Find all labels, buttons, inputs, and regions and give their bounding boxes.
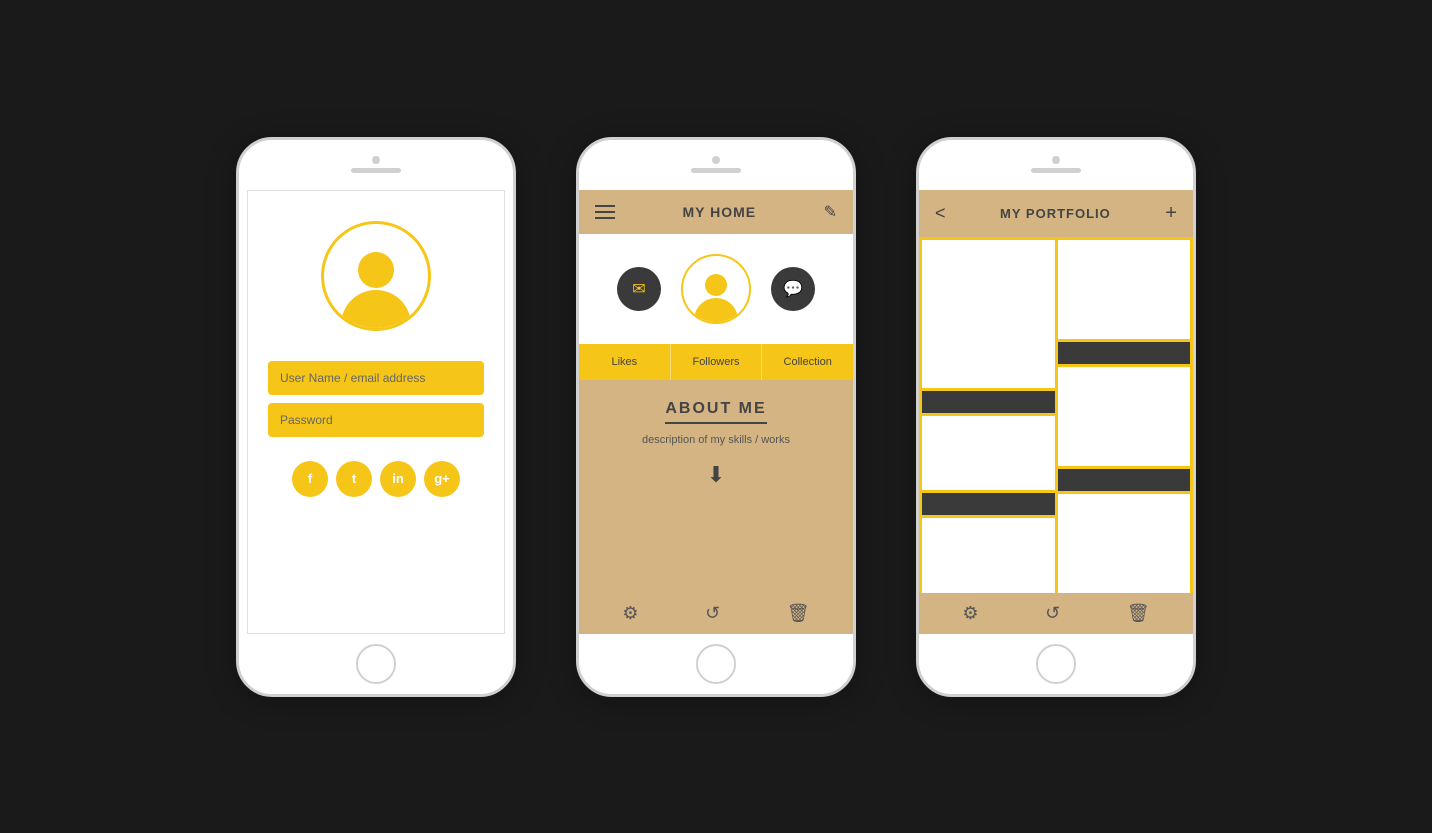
home-button-2[interactable] (696, 644, 736, 684)
back-icon[interactable]: < (935, 203, 946, 224)
portfolio-refresh-icon[interactable]: ↺ (1045, 603, 1060, 624)
profile-person (694, 274, 738, 322)
phone-login: f t in g+ (236, 137, 516, 697)
home-title: MY HOME (682, 204, 756, 220)
profile-section: ✉ 💬 (579, 234, 853, 344)
password-input[interactable] (268, 403, 484, 437)
phone-camera-3 (1052, 156, 1060, 164)
add-icon[interactable]: + (1165, 202, 1177, 225)
envelope-icon: ✉ (632, 279, 645, 299)
about-description: description of my skills / works (642, 434, 790, 446)
login-screen: f t in g+ (247, 190, 505, 634)
portfolio-dark-bar-right-1 (1058, 342, 1191, 364)
phone-speaker-3 (1031, 168, 1081, 173)
edit-icon[interactable]: ✎ (824, 202, 837, 222)
phone-speaker-1 (351, 168, 401, 173)
home-screen: MY HOME ✎ ✉ 💬 Likes Follo (579, 190, 853, 634)
phone-home: MY HOME ✎ ✉ 💬 Likes Follo (576, 137, 856, 697)
portfolio-title: MY PORTFOLIO (1000, 206, 1111, 221)
chat-button[interactable]: 💬 (771, 267, 815, 311)
phone-camera-2 (712, 156, 720, 164)
phone-bottom-2 (579, 634, 853, 694)
home-button-3[interactable] (1036, 644, 1076, 684)
portfolio-bottom-bar: ⚙ ↺ 🗑 (919, 593, 1193, 634)
tab-collection[interactable]: Collection (762, 344, 853, 380)
settings-icon[interactable]: ⚙ (622, 603, 638, 624)
tabs-bar: Likes Followers Collection (579, 344, 853, 380)
about-title: ABOUT ME (665, 400, 766, 424)
hamburger-line-1 (595, 205, 615, 207)
social-icons-row: f t in g+ (292, 461, 460, 497)
phone-speaker-2 (691, 168, 741, 173)
portfolio-settings-icon[interactable]: ⚙ (962, 603, 978, 624)
refresh-icon[interactable]: ↺ (705, 603, 720, 624)
phone-bottom-3 (919, 634, 1193, 694)
hamburger-line-2 (595, 211, 615, 213)
portfolio-cell-left-mid (922, 416, 1055, 490)
phone-portfolio: < MY PORTFOLIO + (916, 137, 1196, 697)
twitter-button[interactable]: t (336, 461, 372, 497)
portfolio-screen: < MY PORTFOLIO + (919, 190, 1193, 634)
down-arrow-icon: ⬇ (707, 462, 725, 488)
profile-avatar (681, 254, 751, 324)
app-header: MY HOME ✎ (579, 190, 853, 234)
phone-top-2 (579, 140, 853, 190)
portfolio-header: < MY PORTFOLIO + (919, 190, 1193, 237)
phone-bottom-1 (239, 634, 513, 694)
portfolio-dark-bar-left-2 (922, 493, 1055, 515)
phone-camera-1 (372, 156, 380, 164)
message-button[interactable]: ✉ (617, 267, 661, 311)
portfolio-grid (919, 237, 1193, 593)
hamburger-line-3 (595, 217, 615, 219)
tab-followers[interactable]: Followers (671, 344, 763, 380)
portfolio-trash-icon[interactable]: 🗑 (1127, 603, 1150, 624)
portfolio-cell-right-top (1058, 240, 1191, 339)
linkedin-button[interactable]: in (380, 461, 416, 497)
portfolio-cell-left-bot (922, 518, 1055, 592)
trash-icon[interactable]: 🗑 (787, 603, 810, 624)
portfolio-dark-bar-right-2 (1058, 469, 1191, 491)
scene: f t in g+ MY HOME ✎ (196, 97, 1236, 737)
googleplus-button[interactable]: g+ (424, 461, 460, 497)
facebook-button[interactable]: f (292, 461, 328, 497)
phone-top-1 (239, 140, 513, 190)
profile-head (705, 274, 727, 296)
phone-top-3 (919, 140, 1193, 190)
avatar-body (341, 290, 411, 328)
username-input[interactable] (268, 361, 484, 395)
home-button-1[interactable] (356, 644, 396, 684)
avatar-circle (321, 221, 431, 331)
portfolio-cell-right-mid (1058, 367, 1191, 466)
chat-icon: 💬 (783, 279, 803, 299)
portfolio-cell-right-bot (1058, 494, 1191, 593)
avatar-person (341, 252, 411, 328)
hamburger-icon[interactable] (595, 205, 615, 219)
portfolio-dark-bar-left-1 (922, 391, 1055, 413)
about-section: ABOUT ME description of my skills / work… (579, 380, 853, 593)
portfolio-cell-left-top (922, 240, 1055, 389)
home-bottom-bar: ⚙ ↺ 🗑 (579, 593, 853, 634)
avatar-head (358, 252, 394, 288)
profile-body (694, 298, 738, 322)
tab-likes[interactable]: Likes (579, 344, 671, 380)
